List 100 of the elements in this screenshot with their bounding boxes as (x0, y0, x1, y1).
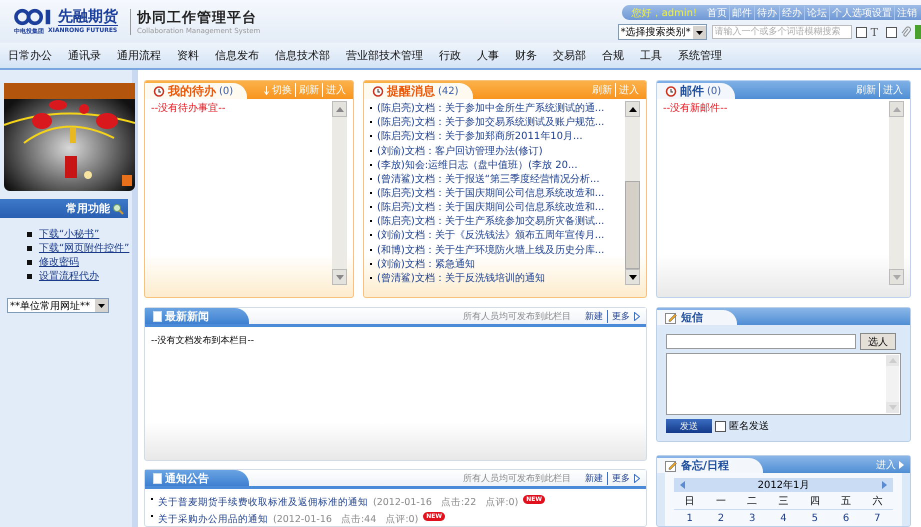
reminder-link[interactable]: (陈启亮)文档：关于国庆期间公司信息系统改造和... (377, 186, 604, 200)
panel-title: 提醒消息 (387, 82, 435, 100)
panel-title: 备忘/日程 (681, 458, 730, 473)
calendar-day[interactable]: 5 (799, 512, 830, 524)
up-arrow-icon[interactable] (628, 106, 636, 112)
reminder-link[interactable]: (曾清鲨)文档：关于反洗钱培训的通知 (377, 270, 545, 285)
title-option-label: T (870, 26, 878, 38)
recipient-field[interactable] (666, 334, 856, 349)
section-title: 常用功能 (66, 201, 110, 216)
calendar-day[interactable]: 2 (705, 512, 737, 524)
panel-count: (0) (707, 86, 722, 96)
down-arrow-icon[interactable] (628, 274, 636, 280)
app-title: 协同工作管理平台 (137, 8, 258, 26)
nav-item[interactable]: 交易部 (553, 48, 586, 63)
nav-item[interactable]: 资料 (177, 48, 199, 63)
nav-item[interactable]: 日常办公 (8, 48, 52, 63)
next-month-icon[interactable] (882, 481, 887, 489)
reminder-link[interactable]: (刘渝)文档：关于《反洗钱法》颁布五周年宣传月... (377, 228, 604, 242)
bullet-icon (27, 232, 32, 236)
panel-action[interactable]: 新建 (581, 472, 607, 484)
reminder-link[interactable]: (曾清鲨)文档：关于报送“第三季度经营情况分析... (377, 172, 600, 186)
bullet-icon (27, 260, 32, 264)
weekday-label: 五 (840, 494, 852, 508)
panel-title: 我的待办 (168, 82, 216, 100)
dropdown-icon (692, 26, 706, 38)
search-category-select[interactable]: *选择搜索类别* (618, 24, 707, 40)
calendar-day[interactable]: 4 (768, 512, 800, 524)
calendar-day[interactable]: 1 (674, 512, 706, 524)
nav-item[interactable]: 人事 (477, 48, 499, 63)
nav-item[interactable]: 财务 (515, 48, 537, 63)
magnifier-icon (112, 202, 124, 214)
dropdown-icon (95, 299, 108, 312)
nav-item[interactable]: 工具 (640, 48, 662, 63)
paperclip-icon (901, 26, 911, 38)
reminder-link[interactable]: (陈启亮)文档：关于参加交易系统测试及账户规范... (377, 115, 604, 130)
reminder-link[interactable]: (李放)知会:运维日志（盘中值班）(李放 20... (377, 158, 578, 172)
previous-month-icon[interactable] (680, 481, 685, 489)
checkbox[interactable] (856, 26, 867, 38)
nav-item[interactable]: 通用流程 (117, 48, 161, 63)
document-icon (153, 310, 162, 322)
reminder-link[interactable]: (陈启亮)文档：关于参加郑商所2011年10月... (377, 129, 583, 144)
panel-note: 所有人员均可发布到此栏目 (463, 472, 571, 484)
bullet-icon (27, 246, 32, 250)
logo-name: 先融期货 (58, 8, 118, 26)
panel-title: 短信 (681, 310, 703, 325)
checkbox[interactable] (886, 26, 897, 38)
weekday-label: 六 (871, 494, 884, 508)
greeting: 您好，admin! (632, 6, 697, 20)
checkbox-label: 匿名发送 (729, 420, 769, 433)
reminder-link[interactable]: (陈启亮)文档：关于国庆期间公司信息系统改造和... (377, 200, 604, 214)
sidebar-link[interactable]: 下载“小秘书” (39, 227, 100, 241)
weekday-label: 四 (808, 494, 821, 508)
reminder-link[interactable]: (和博)文档：关于生产环境防火墙上线及历史分库... (377, 242, 604, 257)
document-icon (153, 472, 162, 484)
weekday-label: 三 (777, 494, 790, 508)
search-field[interactable]: 请输入一个或多个词语模糊搜索 (712, 25, 852, 39)
notice-meta: (2012-01-16 点击:44 点评:0) (273, 512, 418, 526)
panel-count: (42) (438, 86, 459, 96)
calendar-month: 2012年1月 (758, 479, 810, 492)
calendar-day[interactable]: 6 (830, 512, 862, 524)
play-icon (899, 460, 904, 468)
sidebar-link[interactable]: 修改密码 (39, 255, 79, 269)
panel-action[interactable]: 新建 (581, 310, 607, 322)
send-button[interactable]: 发送 (666, 419, 712, 433)
alarm-clock-icon (372, 85, 384, 97)
alarm-clock-icon (153, 85, 165, 97)
nav-item[interactable]: 通讯录 (68, 48, 101, 63)
notice-link[interactable]: 关于普麦期货手续费收取标准及返佣标准的通知 (158, 496, 368, 508)
panel-title: 邮件 (680, 82, 704, 100)
nav-item[interactable]: 营业部技术管理 (346, 48, 423, 63)
reminder-link[interactable]: (刘渝)文档：紧急通知 (377, 256, 475, 271)
reminder-link[interactable]: (陈启亮)文档：关于参加中金所生产系统测试的通... (377, 101, 604, 116)
sidebar-link[interactable]: 下载“网页附件控件” (39, 241, 130, 255)
empty-message: --没有待办事宜-- (151, 102, 226, 116)
nav-item[interactable]: 信息技术部 (275, 48, 330, 63)
weekday-label: 一 (714, 494, 727, 508)
play-icon (634, 474, 640, 482)
site-select[interactable]: **单位常用网址** (7, 298, 109, 313)
nav-item[interactable]: 系统管理 (678, 48, 722, 63)
notice-link[interactable]: 关于采购办公用品的通知 (158, 512, 268, 526)
panel-note: 所有人员均可发布到此栏目 (463, 310, 571, 322)
sidebar-link[interactable]: 设置流程代办 (39, 269, 99, 283)
empty-message: --没有新邮件-- (663, 102, 728, 116)
nav-item[interactable]: 合规 (602, 48, 624, 63)
nav-item[interactable]: 行政 (439, 48, 461, 63)
nav-item[interactable]: 信息发布 (215, 48, 259, 63)
panel-title: 最新新闻 (165, 308, 209, 324)
empty-message: --没有文档发布到本栏目-- (151, 336, 254, 346)
panel-count: (0) (219, 86, 234, 96)
calendar-day[interactable]: 7 (862, 512, 893, 524)
scrollbar[interactable] (625, 101, 640, 285)
reminder-link[interactable]: (刘渝)文档：客户回访管理办法(修订) (377, 144, 543, 158)
weekday-label: 二 (746, 494, 758, 508)
reminder-link[interactable]: (陈启亮)文档：关于生产系统参加交易所灾备测试... (377, 214, 604, 228)
checkbox[interactable] (715, 420, 726, 432)
weekday-label: 日 (684, 494, 696, 508)
pick-recipient-button[interactable]: 选人 (860, 333, 896, 350)
notice-meta: (2012-01-16 点击:22 点评:0) (373, 496, 518, 508)
play-icon (634, 312, 640, 320)
calendar-day[interactable]: 3 (736, 512, 768, 524)
